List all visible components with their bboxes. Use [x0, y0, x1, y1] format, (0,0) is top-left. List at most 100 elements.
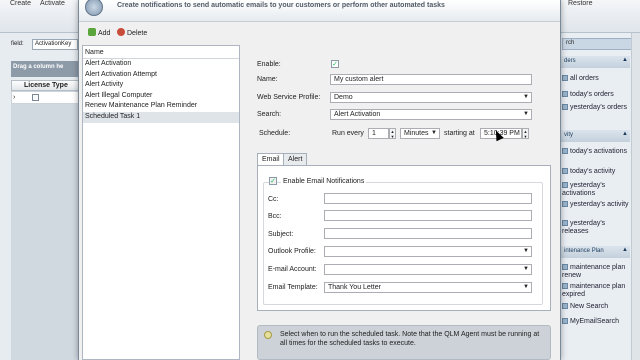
search-item[interactable]: New Search: [560, 303, 632, 311]
bcc-input[interactable]: [324, 210, 532, 221]
info-tip: Select when to run the scheduled task. N…: [257, 325, 551, 360]
enable-checkbox[interactable]: ✓: [331, 60, 339, 68]
subject-label: Subject:: [268, 231, 294, 238]
subject-input[interactable]: [324, 228, 532, 239]
outlook-profile-label: Outlook Profile:: [268, 248, 316, 255]
schedule-label: Schedule:: [259, 130, 291, 137]
search-icon: [562, 148, 568, 155]
search-item-label: maintenance plan renew: [562, 264, 626, 279]
chevron-down-icon[interactable]: ▼: [430, 130, 438, 137]
list-item[interactable]: Alert Activation Attempt: [83, 70, 239, 81]
add-icon: [88, 28, 96, 36]
search-item-label: yesterday's activations: [562, 182, 606, 197]
field-dropdown[interactable]: ActivationKey: [32, 39, 78, 50]
search-label: Search:: [257, 111, 282, 118]
chevron-up-icon[interactable]: ▲: [622, 131, 628, 137]
search-item[interactable]: maintenance plan expired: [560, 283, 632, 299]
add-label: Add: [98, 30, 111, 37]
chevron-down-icon[interactable]: ▼: [522, 284, 530, 291]
grid-empty-area: [11, 104, 80, 360]
unit-select[interactable]: Minutes ▼: [400, 128, 440, 139]
column-license-type[interactable]: License Type: [24, 82, 68, 89]
outlook-profile-select[interactable]: ▼: [324, 246, 532, 257]
profile-label: Web Service Profile:: [257, 94, 321, 101]
search-item[interactable]: yesterday's releases: [560, 220, 632, 236]
search-icon: [562, 168, 568, 175]
profile-select[interactable]: Demo ▼: [330, 92, 532, 103]
chevron-up-icon[interactable]: ▲: [622, 57, 628, 63]
delete-button[interactable]: Delete: [117, 28, 147, 37]
email-account-label: E-mail Account:: [268, 266, 317, 273]
info-text: Select when to run the scheduled task. N…: [280, 331, 540, 347]
cc-label: Cc:: [268, 196, 279, 203]
list-item[interactable]: Alert Illegal Computer: [83, 91, 239, 102]
search-select[interactable]: Alert Activation ▼: [330, 109, 532, 120]
task-list-header[interactable]: Name: [83, 46, 239, 59]
search-item-label: New Search: [570, 303, 609, 310]
activity-header-label: vity: [564, 132, 573, 138]
delete-icon: [117, 28, 125, 36]
search-item[interactable]: maintenance plan renew: [560, 264, 632, 280]
search-value: Alert Activation: [334, 111, 381, 118]
chevron-up-icon[interactable]: ▲: [622, 247, 628, 253]
search-item[interactable]: today's activity: [560, 168, 632, 176]
chevron-down-icon[interactable]: ▼: [522, 248, 530, 255]
gear-icon: [85, 0, 103, 16]
run-every-label: Run every: [332, 130, 364, 137]
search-item-label: yesterday's orders: [570, 104, 627, 111]
chevron-down-icon[interactable]: ▼: [522, 266, 530, 273]
maintenance-section-header[interactable]: intenance Plan ▲: [560, 246, 630, 258]
name-input[interactable]: My custom alert: [330, 74, 532, 85]
list-item[interactable]: Renew Maintenance Plan Reminder: [83, 101, 239, 112]
dialog-toolbar: Add Delete: [79, 26, 560, 40]
restore-button[interactable]: Restore: [568, 0, 593, 7]
row-checkbox[interactable]: [32, 94, 39, 101]
activity-section-header[interactable]: vity ▲: [560, 130, 630, 142]
search-icon: [562, 182, 568, 189]
activate-button[interactable]: Activate: [40, 0, 65, 7]
delete-label: Delete: [127, 30, 148, 37]
field-label: field:: [11, 41, 24, 47]
run-every-spinner[interactable]: ▲ ▼: [389, 128, 396, 139]
field-selector: field: ActivationKey: [0, 38, 80, 52]
enable-email-checkbox[interactable]: ✓: [269, 177, 277, 185]
search-item[interactable]: today's activations: [560, 148, 632, 156]
run-every-input[interactable]: 1: [368, 128, 389, 139]
time-spinner[interactable]: ▲ ▼: [522, 128, 529, 139]
task-list[interactable]: Name Alert Activation Alert Activation A…: [82, 45, 240, 360]
search-item[interactable]: yesterday's activity: [560, 201, 632, 209]
tab-alert[interactable]: Alert: [283, 153, 308, 165]
list-item[interactable]: Alert Activation: [83, 59, 239, 70]
grid-header: License Type: [11, 80, 80, 91]
cc-input[interactable]: [324, 193, 532, 204]
dialog-header: Create notifications to send automatic e…: [79, 0, 560, 22]
search-item-label: yesterday's activity: [570, 201, 629, 208]
search-icon: [562, 220, 568, 227]
search-item-label: today's activations: [570, 148, 627, 155]
list-item[interactable]: Alert Activity: [83, 80, 239, 91]
right-scrollbar[interactable]: [631, 33, 640, 360]
starting-at-label: starting at: [444, 130, 475, 137]
list-item-selected[interactable]: Scheduled Task 1: [83, 111, 239, 123]
email-template-select[interactable]: Thank You Letter ▼: [324, 282, 532, 293]
search-item[interactable]: today's orders: [560, 91, 632, 99]
create-button[interactable]: Create: [10, 0, 31, 7]
add-button[interactable]: Add: [88, 28, 110, 37]
search-item[interactable]: yesterday's orders: [560, 104, 632, 112]
chevron-down-icon[interactable]: ▼: [522, 94, 530, 101]
orders-section-header[interactable]: ders ▲: [560, 56, 630, 68]
grid-row[interactable]: ›: [11, 91, 80, 104]
search-box[interactable]: rch: [562, 38, 636, 50]
search-item[interactable]: MyEmailSearch: [560, 318, 632, 326]
row-pointer-icon: ›: [13, 94, 16, 101]
email-template-value: Thank You Letter: [328, 284, 381, 291]
unit-value: Minutes: [404, 130, 429, 137]
email-account-select[interactable]: ▼: [324, 264, 532, 275]
search-item[interactable]: all orders: [560, 75, 632, 83]
bcc-label: Bcc:: [268, 213, 282, 220]
chevron-down-icon[interactable]: ▼: [522, 111, 530, 118]
search-item-label: today's orders: [570, 91, 614, 98]
search-icon: [562, 303, 568, 310]
search-item-label: today's activity: [570, 168, 616, 175]
search-item[interactable]: yesterday's activations: [560, 182, 632, 198]
